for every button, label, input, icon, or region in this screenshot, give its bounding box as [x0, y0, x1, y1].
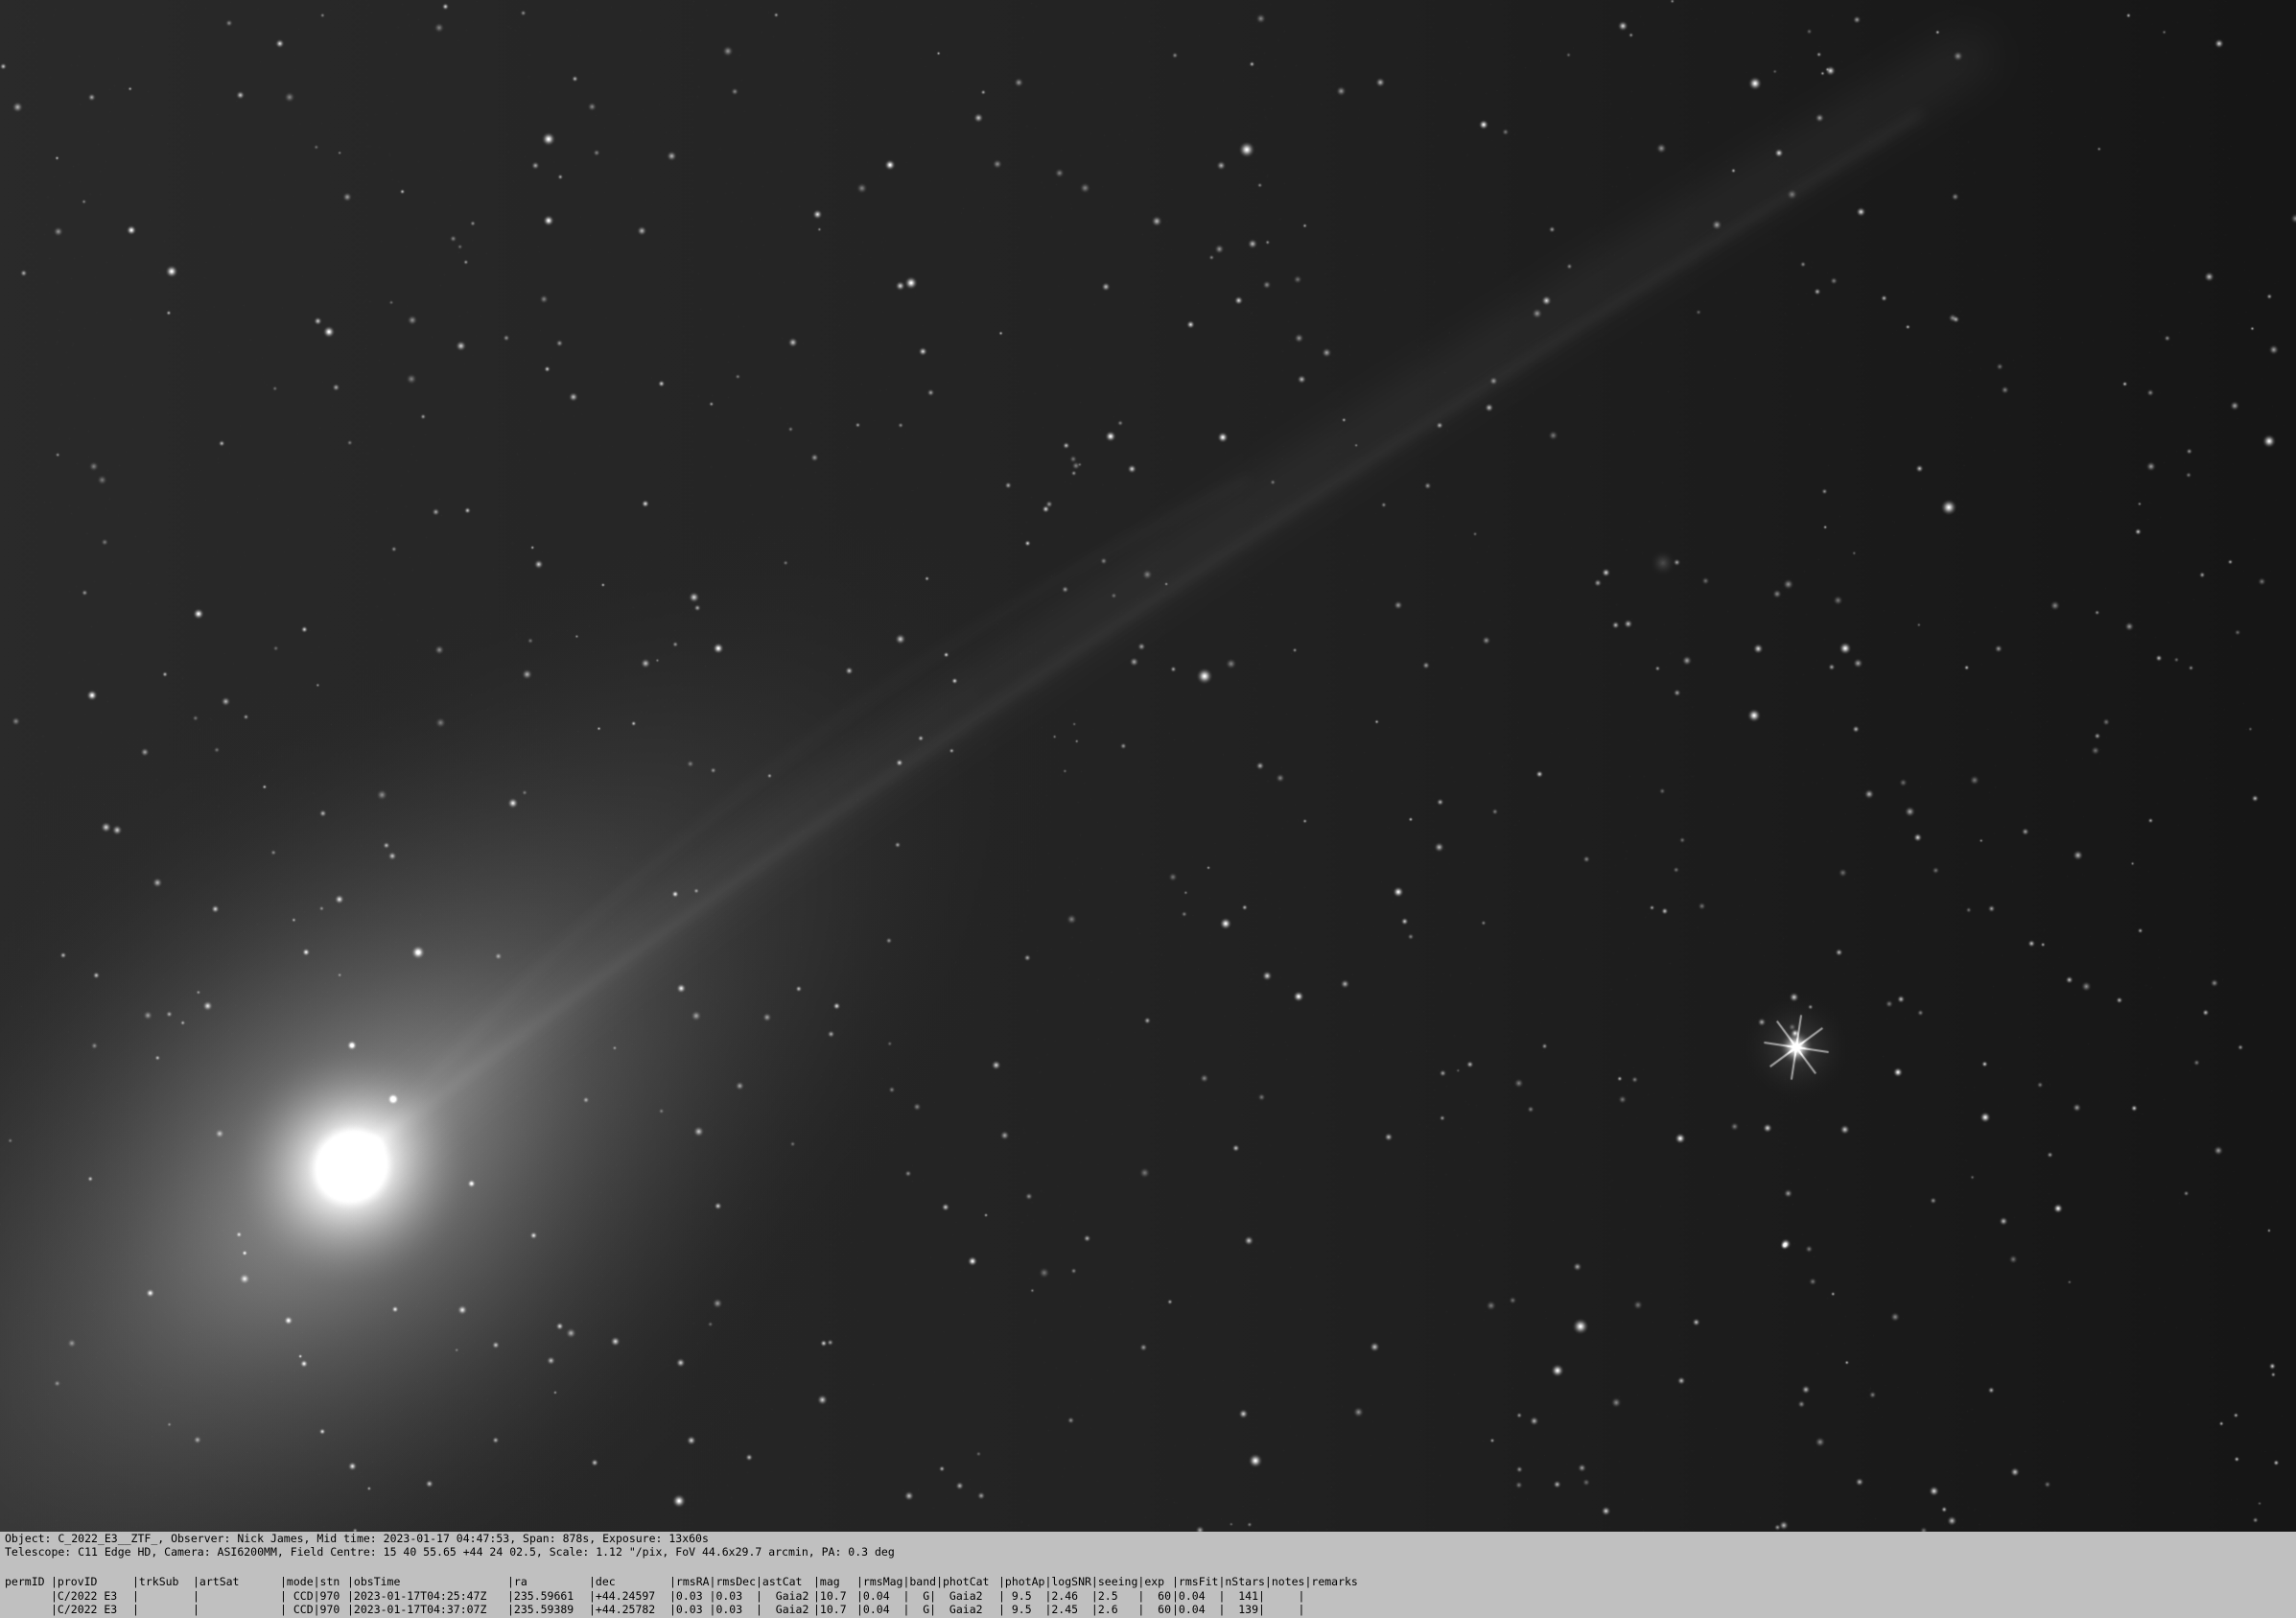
comet-photograph	[0, 0, 2296, 1532]
header-cell: |rmsFit|nStars|notes|remarks	[1172, 1575, 1358, 1588]
table-row: |C/2022 E3 | | | CCD|970 |2023-01-17T04:…	[0, 1589, 2296, 1604]
table-cell: |2023-01-17T04:25:47Z	[347, 1589, 487, 1603]
table-cell: |10.7	[813, 1589, 847, 1603]
info-line-object: Object: C_2022_E3__ZTF_, Observer: Nick …	[5, 1532, 709, 1545]
table-cell: |0.04 | G| Gaia2	[856, 1589, 983, 1603]
table-cell: | 9.5 |2.46 |2.5 | 60	[998, 1589, 1172, 1603]
header-cell: |obsTime	[347, 1575, 401, 1588]
table-cell: |C/2022 E3	[51, 1589, 118, 1603]
header-cell: |provID	[51, 1575, 98, 1588]
table-cell: | 9.5 |2.45 |2.6 | 60	[998, 1603, 1172, 1616]
table-cell: |2023-01-17T04:37:07Z	[347, 1603, 487, 1616]
table-cell: |C/2022 E3	[51, 1603, 118, 1616]
header-cell: |rmsMag|band|photCat	[856, 1575, 990, 1588]
header-cell: |mode|stn	[280, 1575, 340, 1588]
table-row: |C/2022 E3 | | | CCD|970 |2023-01-17T04:…	[0, 1603, 2296, 1617]
table-cell: | CCD|970	[280, 1603, 340, 1616]
observation-info-panel: Object: C_2022_E3__ZTF_, Observer: Nick …	[0, 1532, 2296, 1618]
table-cell: |	[132, 1603, 139, 1616]
header-cell: |ra	[507, 1575, 527, 1588]
table-cell: |10.7	[813, 1603, 847, 1616]
table-cell: |0.03 |0.03 | Gaia2	[669, 1603, 809, 1616]
info-line-telescope: Telescope: C11 Edge HD, Camera: ASI6200M…	[5, 1545, 895, 1559]
table-cell: |	[132, 1589, 139, 1603]
table-cell: |+44.25782	[589, 1603, 656, 1616]
header-cell: |photAp|logSNR|seeing|exp	[998, 1575, 1165, 1588]
table-cell: |235.59389	[507, 1603, 574, 1616]
table-cell: |0.04 | 139| |	[1172, 1603, 1305, 1616]
header-cell: |dec	[589, 1575, 616, 1588]
table-cell: |235.59661	[507, 1589, 574, 1603]
table-cell: |0.03 |0.03 | Gaia2	[669, 1589, 809, 1603]
header-cell: |artSat	[193, 1575, 240, 1588]
table-cell: |0.04 | G| Gaia2	[856, 1603, 983, 1616]
table-header-row: permID |provID |trkSub |artSat |mode|stn…	[0, 1575, 2296, 1589]
header-cell: |rmsRA|rmsDec|astCat	[669, 1575, 803, 1588]
header-cell: |trkSub	[132, 1575, 179, 1588]
header-cell: permID	[5, 1575, 45, 1588]
header-cell: |mag	[813, 1575, 840, 1588]
table-cell: |0.04 | 141| |	[1172, 1589, 1305, 1603]
table-cell: | CCD|970	[280, 1589, 340, 1603]
table-cell: |	[193, 1603, 199, 1616]
table-cell: |+44.24597	[589, 1589, 656, 1603]
table-cell: |	[193, 1589, 199, 1603]
